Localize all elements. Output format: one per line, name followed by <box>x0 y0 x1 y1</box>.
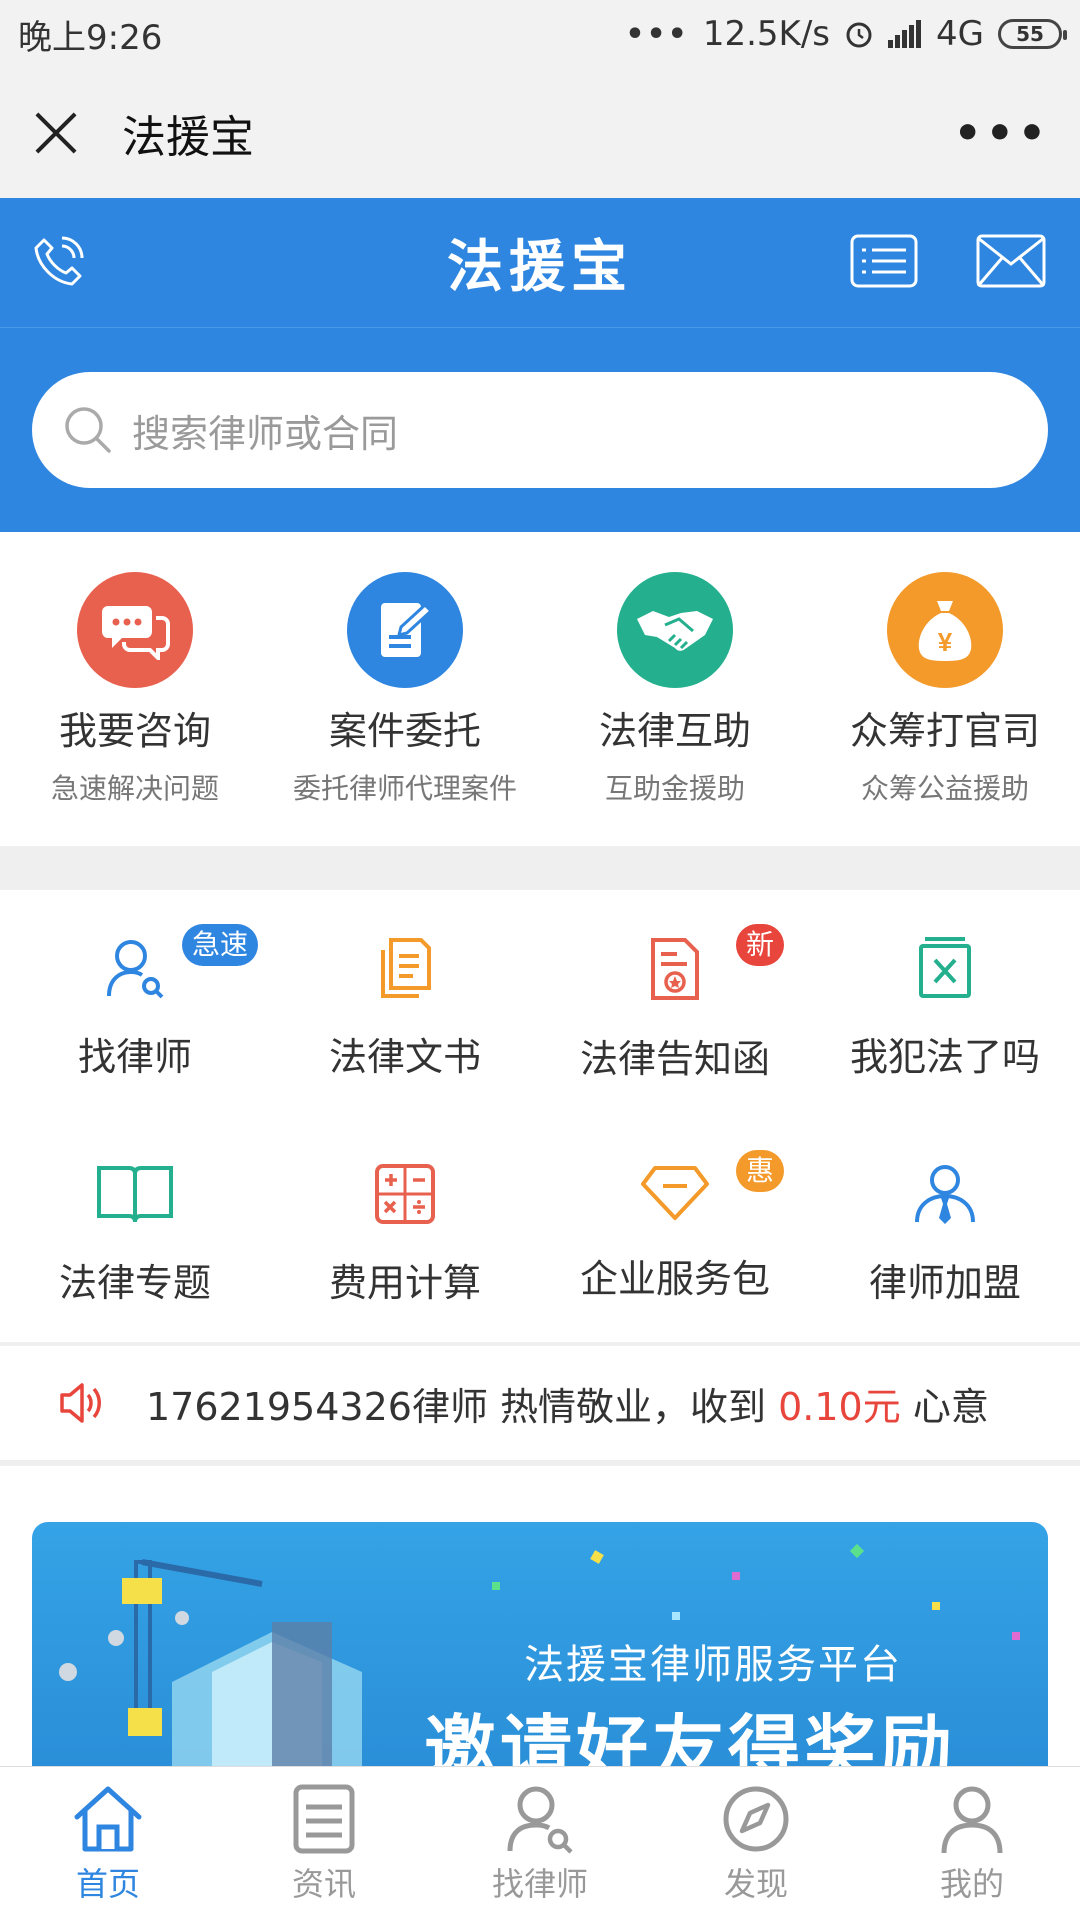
phone-icon[interactable] <box>30 234 86 290</box>
tool-name: 法律文书 <box>328 1035 481 1079</box>
wechat-title-bar: 法援宝 ••• <box>0 68 1080 198</box>
alarm-icon <box>846 22 872 48</box>
lawyer-search-icon <box>107 940 164 999</box>
service-desc: 急速解决问题 <box>50 772 219 805</box>
close-icon[interactable] <box>30 108 80 158</box>
battery-icon: 55 <box>998 19 1067 49</box>
home-icon <box>74 1786 142 1852</box>
calculator-icon <box>375 1164 435 1224</box>
badge-new: 新 <box>736 924 785 966</box>
tool-find-lawyer[interactable]: 急速 找律师 <box>0 890 270 1088</box>
header-title: 法援宝 <box>447 235 633 300</box>
service-desc: 委托律师代理案件 <box>292 772 517 805</box>
banner-title: 邀请好友得奖励 <box>424 1707 957 1766</box>
tool-legal-documents[interactable]: 法律文书 <box>270 890 540 1088</box>
service-entrust[interactable]: 案件委托 委托律师代理案件 <box>270 532 540 846</box>
documents-icon <box>381 938 431 998</box>
tab-news[interactable]: 资讯 <box>216 1767 432 1920</box>
tab-home[interactable]: 首页 <box>0 1767 216 1920</box>
app-header: 法援宝 <box>0 198 1080 328</box>
service-crowdfund[interactable]: ¥ 众筹打官司 众筹公益援助 <box>810 532 1080 846</box>
tool-name: 法律告知函 <box>579 1037 770 1081</box>
service-desc: 众筹公益援助 <box>860 772 1029 805</box>
battery-level: 55 <box>1016 22 1044 46</box>
tool-fee-calculator[interactable]: 费用计算 <box>270 1116 540 1314</box>
service-consult[interactable]: 我要咨询 急速解决问题 <box>0 532 270 846</box>
network-speed: 12.5K/s <box>702 14 831 54</box>
tab-label: 资讯 <box>291 1865 356 1903</box>
chat-bubbles-icon <box>77 572 193 688</box>
tool-name: 企业服务包 <box>579 1257 770 1301</box>
find-lawyer-icon <box>507 1786 573 1854</box>
status-bar: 晚上9:26 ••• 12.5K/s 4G 55 <box>0 0 1080 68</box>
tool-name: 费用计算 <box>328 1261 481 1305</box>
tool-name: 法律专题 <box>58 1261 211 1305</box>
building-illustration <box>59 1559 362 1766</box>
handshake-icon <box>617 572 733 688</box>
announcement-suffix: 心意 <box>900 1384 989 1429</box>
compass-icon <box>723 1786 789 1852</box>
search-placeholder: 搜索律师或合同 <box>132 411 399 456</box>
tool-legal-notice[interactable]: 新 法律告知函 <box>540 890 810 1088</box>
main-services: 我要咨询 急速解决问题 案件委托 委托律师代理案件 法律互助 互助金援助 ¥ 众… <box>0 532 1080 846</box>
tab-discover[interactable]: 发现 <box>648 1767 864 1920</box>
tool-name: 律师加盟 <box>868 1261 1021 1305</box>
badge-fast: 急速 <box>182 924 259 966</box>
tool-crime-check[interactable]: 我犯法了吗 <box>810 890 1080 1088</box>
service-name: 案件委托 <box>328 709 481 753</box>
profile-icon <box>941 1786 1003 1854</box>
signal-icon <box>888 20 922 48</box>
service-mutual-aid[interactable]: 法律互助 互助金援助 <box>540 532 810 846</box>
banner-subtitle: 法援宝律师服务平台 <box>524 1642 902 1688</box>
more-notifications-icon: ••• <box>625 16 689 52</box>
list-icon[interactable] <box>850 234 918 288</box>
open-book-icon <box>97 1166 173 1223</box>
tab-label: 首页 <box>75 1865 140 1903</box>
svg-text:¥: ¥ <box>938 627 953 657</box>
lawyer-tie-icon <box>915 1165 975 1224</box>
status-time: 晚上9:26 <box>18 17 163 58</box>
tool-lawyer-join[interactable]: 律师加盟 <box>810 1116 1080 1314</box>
bottom-tab-bar: 首页 资讯 找律师 发现 我的 <box>0 1766 1080 1920</box>
law-check-icon <box>919 937 971 998</box>
tool-name: 我犯法了吗 <box>849 1035 1040 1079</box>
wechat-title: 法援宝 <box>122 112 254 163</box>
announcement-ticker[interactable]: 17621954326律师 热情敬业，收到 0.10元 心意 <box>0 1342 1080 1466</box>
service-name: 众筹打官司 <box>849 709 1040 753</box>
tool-legal-topics[interactable]: 法律专题 <box>0 1116 270 1314</box>
mail-icon[interactable] <box>976 234 1046 288</box>
tab-label: 发现 <box>723 1865 788 1903</box>
section-divider <box>0 846 1080 890</box>
diamond-icon <box>641 1166 709 1220</box>
speaker-icon <box>60 1383 101 1423</box>
tab-label: 我的 <box>939 1865 1004 1903</box>
badge-discount: 惠 <box>736 1150 785 1192</box>
tool-enterprise-package[interactable]: 惠 企业服务包 <box>540 1116 810 1314</box>
document-edit-icon <box>347 572 463 688</box>
announcement-amount: 0.10元 <box>778 1384 901 1429</box>
search-input[interactable]: 搜索律师或合同 <box>32 372 1048 488</box>
invite-banner[interactable]: 法援宝律师服务平台 邀请好友得奖励 <box>32 1522 1048 1766</box>
search-section: 搜索律师或合同 <box>0 328 1080 532</box>
service-desc: 互助金援助 <box>604 772 745 805</box>
news-icon <box>293 1784 355 1854</box>
tab-label: 找律师 <box>491 1865 588 1903</box>
tab-find-lawyer[interactable]: 找律师 <box>432 1767 648 1920</box>
announcement-prefix: 17621954326律师 热情敬业，收到 <box>146 1384 779 1429</box>
search-icon <box>65 407 111 453</box>
network-type: 4G <box>936 14 984 54</box>
service-name: 法律互助 <box>598 709 751 753</box>
status-indicators: ••• 12.5K/s 4G 55 <box>625 14 1067 54</box>
money-bag-icon: ¥ <box>887 572 1003 688</box>
tool-name: 找律师 <box>77 1035 192 1079</box>
service-name: 我要咨询 <box>58 709 211 753</box>
more-options-icon[interactable]: ••• <box>954 108 1050 159</box>
announcement-text: 17621954326律师 热情敬业，收到 0.10元 心意 <box>146 1376 989 1431</box>
certificate-icon <box>651 938 699 1000</box>
tool-grid: 急速 找律师 法律文书 新 法律告知函 我犯法了吗 法律专题 费用计算 惠 企业… <box>0 890 1080 1342</box>
tab-profile[interactable]: 我的 <box>864 1767 1080 1920</box>
